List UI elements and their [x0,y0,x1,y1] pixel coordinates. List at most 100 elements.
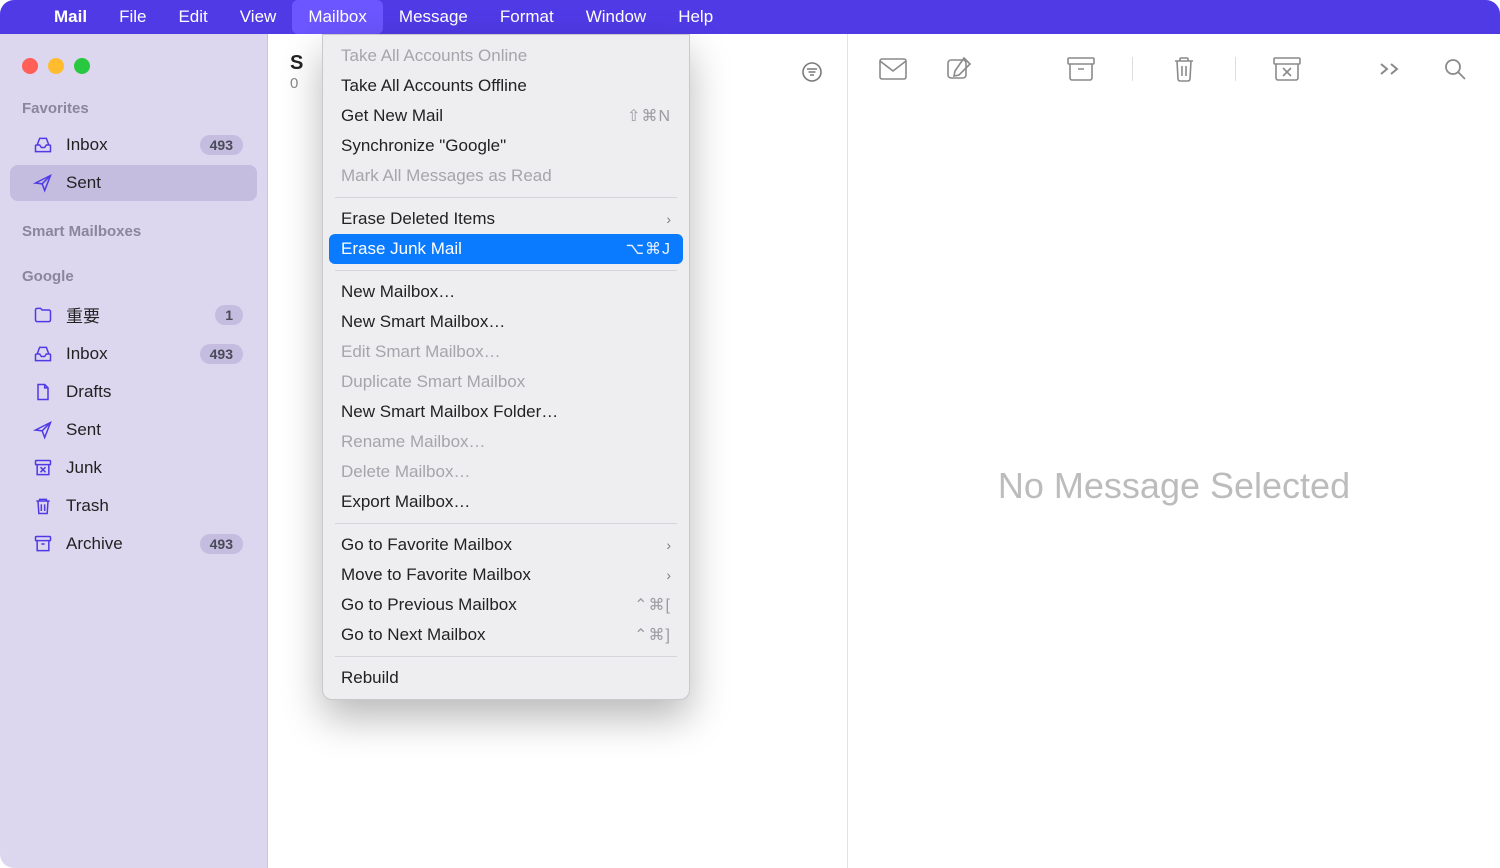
sidebar-item-drafts[interactable]: Drafts [10,374,257,410]
menu-item[interactable]: Go to Previous Mailbox⌃⌘[ [323,590,689,620]
mail-window: Favorites Inbox 493 Sent Smart Mailboxes Goog… [0,34,1500,868]
menu-item-label: New Smart Mailbox Folder… [341,402,558,422]
sidebar-item-trash[interactable]: Trash [10,488,257,524]
drafts-icon [32,381,54,403]
sidebar-item-label: Drafts [66,382,243,402]
menu-item[interactable]: Go to Favorite Mailbox › [323,530,689,560]
menu-item-label: Delete Mailbox… [341,462,470,482]
sidebar-item-label: Archive [66,534,188,554]
menu-app[interactable]: Mail [38,0,103,34]
menu-view[interactable]: View [224,0,293,34]
sidebar-item-sent[interactable]: Sent [10,165,257,201]
menu-window[interactable]: Window [570,0,662,34]
menu-item[interactable]: New Smart Mailbox… [323,307,689,337]
sent-icon [32,419,54,441]
minimize-window-button[interactable] [48,58,64,74]
sidebar-item-inbox[interactable]: Inbox 493 [10,336,257,372]
menu-item: Take All Accounts Online [323,41,689,71]
search-icon[interactable] [1440,54,1470,84]
sidebar-item-badge: 493 [200,135,243,155]
sent-icon [32,172,54,194]
menu-item[interactable]: Get New Mail⇧⌘N [323,101,689,131]
sidebar-item-inbox[interactable]: Inbox493 [10,127,257,163]
menu-item-label: Export Mailbox… [341,492,470,512]
sidebar-item-label: Junk [66,458,243,478]
sidebar-item-label: Sent [66,420,243,440]
sidebar-item-archive[interactable]: Archive 493 [10,526,257,562]
menu-item-shortcut: ⌃⌘[ [634,595,671,615]
window-controls [0,50,267,94]
menu-item[interactable]: Rebuild [323,663,689,693]
message-toolbar [848,34,1500,104]
menu-item[interactable]: Move to Favorite Mailbox› [323,560,689,590]
menu-format[interactable]: Format [484,0,570,34]
menu-item: Duplicate Smart Mailbox [323,367,689,397]
trash-icon [32,495,54,517]
folder-icon [32,304,54,326]
junk-icon[interactable] [1272,54,1302,84]
list-title: S [290,52,303,75]
menu-item[interactable]: New Smart Mailbox Folder… [323,397,689,427]
archive-icon [32,533,54,555]
menu-item-label: Synchronize "Google" [341,136,506,156]
trash-icon[interactable] [1169,54,1199,84]
menu-item-label: Erase Deleted Items [341,209,495,229]
menu-message[interactable]: Message [383,0,484,34]
menu-item[interactable]: New Mailbox… [323,277,689,307]
menu-mailbox[interactable]: Mailbox [292,0,383,34]
menu-separator [335,656,677,657]
menu-item-label: New Mailbox… [341,282,455,302]
menu-item-label: Go to Favorite Mailbox [341,535,512,555]
menu-item-label: Go to Next Mailbox [341,625,486,645]
menu-item[interactable]: Synchronize "Google" [323,131,689,161]
sidebar-item-label: 重要 [66,302,203,327]
sidebar-item-label: Inbox [66,344,188,364]
sidebar: Favorites Inbox 493 Sent Smart Mailboxes Goog… [0,34,268,868]
sidebar-section-label: Smart Mailboxes [0,217,267,248]
menu-separator [335,523,677,524]
message-view-column: No Message Selected [848,34,1500,868]
menu-item-label: Erase Junk Mail [341,239,462,259]
menu-item-label: Get New Mail [341,106,443,126]
menu-item[interactable]: Go to Next Mailbox ⌃⌘] [323,620,689,650]
menu-file[interactable]: File [103,0,162,34]
chevron-right-icon: › [666,567,671,583]
menu-item-label: Rename Mailbox… [341,432,486,452]
sidebar-section-label: Google [0,262,267,293]
menu-item[interactable]: Erase Deleted Items › [323,204,689,234]
menu-item: Delete Mailbox… [323,457,689,487]
sidebar-section-label: Favorites [0,94,267,125]
archive-icon[interactable] [1066,54,1096,84]
menu-separator [335,270,677,271]
menu-item-label: Take All Accounts Online [341,46,527,66]
chevron-right-icon: › [666,537,671,553]
envelope-icon[interactable] [878,54,908,84]
sidebar-item-badge: 493 [200,534,243,554]
menu-item-label: Mark All Messages as Read [341,166,552,186]
zoom-window-button[interactable] [74,58,90,74]
menu-item[interactable]: Export Mailbox… [323,487,689,517]
junk-icon [32,457,54,479]
sidebar-item-badge: 1 [215,305,243,325]
sidebar-item-重要[interactable]: 重要 1 [10,295,257,334]
compose-icon[interactable] [944,54,974,84]
menu-help[interactable]: Help [662,0,729,34]
sidebar-item-sent[interactable]: Sent [10,412,257,448]
empty-state-text: No Message Selected [998,465,1350,507]
menu-item[interactable]: Take All Accounts Offline [323,71,689,101]
list-subtitle: 0 [290,75,303,92]
menu-edit[interactable]: Edit [162,0,223,34]
filter-icon[interactable] [799,59,825,85]
menu-item-shortcut: ⌃⌘] [634,625,671,645]
overflow-icon[interactable] [1374,54,1404,84]
menu-item: Rename Mailbox… [323,427,689,457]
mailbox-dropdown-menu: Take All Accounts Online Take All Account… [322,34,690,700]
sidebar-item-badge: 493 [200,344,243,364]
menu-item-label: Edit Smart Mailbox… [341,342,501,362]
menu-item-label: Rebuild [341,668,399,688]
sidebar-item-junk[interactable]: Junk [10,450,257,486]
chevron-right-icon: › [666,211,671,227]
menu-item[interactable]: Erase Junk Mail⌥⌘J [329,234,683,264]
menu-item: Edit Smart Mailbox… [323,337,689,367]
close-window-button[interactable] [22,58,38,74]
